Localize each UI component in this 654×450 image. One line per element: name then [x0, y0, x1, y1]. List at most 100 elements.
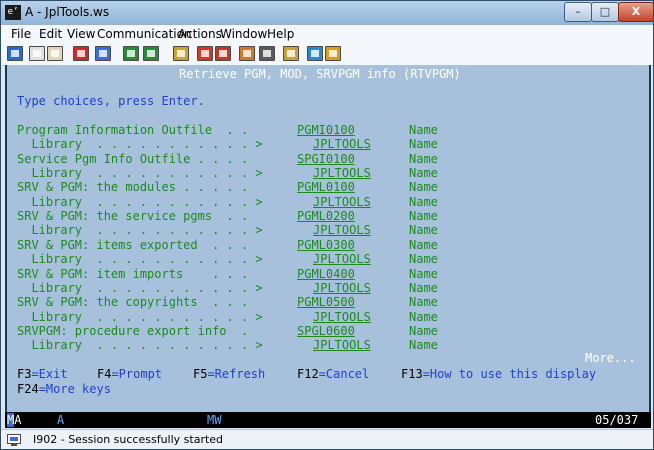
keypad-icon[interactable] — [143, 46, 159, 61]
allowed-values-hint: Name — [409, 223, 438, 237]
fkey-code: F12 — [297, 367, 319, 381]
fkey-code: F5 — [193, 367, 208, 381]
library-input[interactable]: JPLTOOLS — [313, 310, 391, 324]
allowed-values-hint: Name — [409, 267, 438, 281]
fkey-f12[interactable]: F12=Cancel — [297, 367, 369, 381]
outfile-input[interactable]: PGML0500 — [297, 295, 375, 309]
field-label: SRV & PGM: item imports . . . — [17, 267, 249, 281]
allowed-values-hint: Name — [409, 252, 438, 266]
more-indicator: More... — [585, 351, 636, 365]
display-icon[interactable] — [123, 46, 139, 61]
field-label: SRVPGM: procedure export info . — [17, 324, 249, 338]
library-label: Library . . . . . . . . . . . > — [17, 223, 263, 237]
library-label: Library . . . . . . . . . . . > — [17, 338, 263, 352]
status-bar: I902 - Session successfully started — [1, 429, 653, 449]
title-bar[interactable]: e’ A - JplTools.ws – □ X — [1, 1, 653, 25]
library-label: Library . . . . . . . . . . . > — [17, 310, 263, 324]
fkey-code: F24 — [17, 382, 39, 396]
oia-message-waiting: MW — [207, 413, 222, 427]
terminal-frame: Retrieve PGM, MOD, SRVPGM info (RTVPGM) … — [5, 65, 651, 412]
copy-icon[interactable] — [29, 46, 45, 61]
emulator-window: e’ A - JplTools.ws – □ X File Edit View … — [0, 0, 654, 450]
fkey-description: =More keys — [38, 382, 111, 396]
window-title: A - JplTools.ws — [25, 5, 110, 19]
allowed-values-hint: Name — [409, 195, 438, 209]
library-input[interactable]: JPLTOOLS — [313, 166, 391, 180]
terminal-screen[interactable]: Retrieve PGM, MOD, SRVPGM info (RTVPGM) … — [7, 65, 649, 412]
stop-macro-icon[interactable] — [215, 46, 231, 61]
paste-icon[interactable] — [47, 46, 63, 61]
connect-icon[interactable] — [259, 46, 275, 61]
menu-view[interactable]: View — [67, 27, 95, 41]
print-screen-icon[interactable] — [7, 46, 23, 61]
record-macro-icon[interactable] — [197, 46, 213, 61]
outfile-input[interactable]: SPGL0600 — [297, 324, 375, 338]
oia-ma-indicator: MA — [7, 413, 21, 427]
menu-edit[interactable]: Edit — [39, 27, 62, 41]
operator-info-area: MA A MW 05/037 — [5, 412, 651, 428]
field-label: SRV & PGM: items exported . . . — [17, 238, 249, 252]
outfile-input[interactable]: PGMI0100 — [297, 123, 375, 137]
send-icon[interactable] — [73, 46, 89, 61]
fkey-code: F3 — [17, 367, 32, 381]
play-macro-icon[interactable] — [239, 46, 255, 61]
fkey-description: =Exit — [31, 367, 68, 381]
allowed-values-hint: Name — [409, 152, 438, 166]
allowed-values-hint: Name — [409, 338, 438, 352]
close-button[interactable]: X — [618, 2, 653, 22]
library-input[interactable]: JPLTOOLS — [313, 252, 391, 266]
field-label: SRV & PGM: the copyrights . . . — [17, 295, 249, 309]
macro-icon[interactable] — [173, 46, 189, 61]
field-label: Program Information Outfile . . — [17, 123, 249, 137]
help-icon[interactable] — [325, 46, 341, 61]
allowed-values-hint: Name — [409, 166, 438, 180]
allowed-values-hint: Name — [409, 238, 438, 252]
fkey-f24[interactable]: F24=More keys — [17, 382, 111, 396]
maximize-button[interactable]: □ — [591, 2, 619, 22]
library-input[interactable]: JPLTOOLS — [313, 281, 391, 295]
library-label: Library . . . . . . . . . . . > — [17, 137, 263, 151]
app-icon[interactable]: e’ — [5, 5, 21, 20]
menu-window[interactable]: Window — [220, 27, 267, 41]
library-input[interactable]: JPLTOOLS — [313, 137, 391, 151]
outfile-input[interactable]: SPGI0100 — [297, 152, 375, 166]
globe-icon[interactable] — [307, 46, 323, 61]
allowed-values-hint: Name — [409, 281, 438, 295]
outfile-input[interactable]: PGML0200 — [297, 209, 375, 223]
outfile-input[interactable]: PGML0100 — [297, 180, 375, 194]
menu-help[interactable]: Help — [267, 27, 294, 41]
outfile-input[interactable]: PGML0400 — [297, 267, 375, 281]
allowed-values-hint: Name — [409, 295, 438, 309]
status-message: I902 - Session successfully started — [33, 433, 224, 446]
allowed-values-hint: Name — [409, 324, 438, 338]
allowed-values-hint: Name — [409, 310, 438, 324]
allowed-values-hint: Name — [409, 180, 438, 194]
receive-icon[interactable] — [95, 46, 111, 61]
field-label: Service Pgm Info Outfile . . . . — [17, 152, 249, 166]
field-label: SRV & PGM: the modules . . . . . — [17, 180, 249, 194]
disconnect-icon[interactable] — [283, 46, 299, 61]
fkey-f3[interactable]: F3=Exit — [17, 367, 68, 381]
fkey-f13[interactable]: F13=How to use this display — [401, 367, 596, 381]
library-label: Library . . . . . . . . . . . > — [17, 195, 263, 209]
cursor-position: 05/037 — [595, 413, 639, 427]
library-label: Library . . . . . . . . . . . > — [17, 252, 263, 266]
library-input[interactable]: JPLTOOLS — [313, 223, 391, 237]
fkey-f4[interactable]: F4=Prompt — [97, 367, 162, 381]
screen-heading: Retrieve PGM, MOD, SRVPGM info (RTVPGM) — [179, 67, 461, 81]
oia-session-letter: A — [57, 413, 65, 427]
oia-ma-a: A — [14, 413, 22, 427]
outfile-input[interactable]: PGML0300 — [297, 238, 375, 252]
minimize-button[interactable]: – — [564, 2, 592, 22]
allowed-values-hint: Name — [409, 209, 438, 223]
fkey-description: =Prompt — [111, 367, 163, 381]
library-input[interactable]: JPLTOOLS — [313, 338, 391, 352]
fkey-description: =Cancel — [318, 367, 370, 381]
library-label: Library . . . . . . . . . . . > — [17, 281, 263, 295]
fkey-f5[interactable]: F5=Refresh — [193, 367, 265, 381]
fkey-code: F4 — [97, 367, 112, 381]
menu-file[interactable]: File — [11, 27, 31, 41]
fkey-code: F13 — [401, 367, 423, 381]
library-input[interactable]: JPLTOOLS — [313, 195, 391, 209]
menu-actions[interactable]: Actions — [178, 27, 222, 41]
